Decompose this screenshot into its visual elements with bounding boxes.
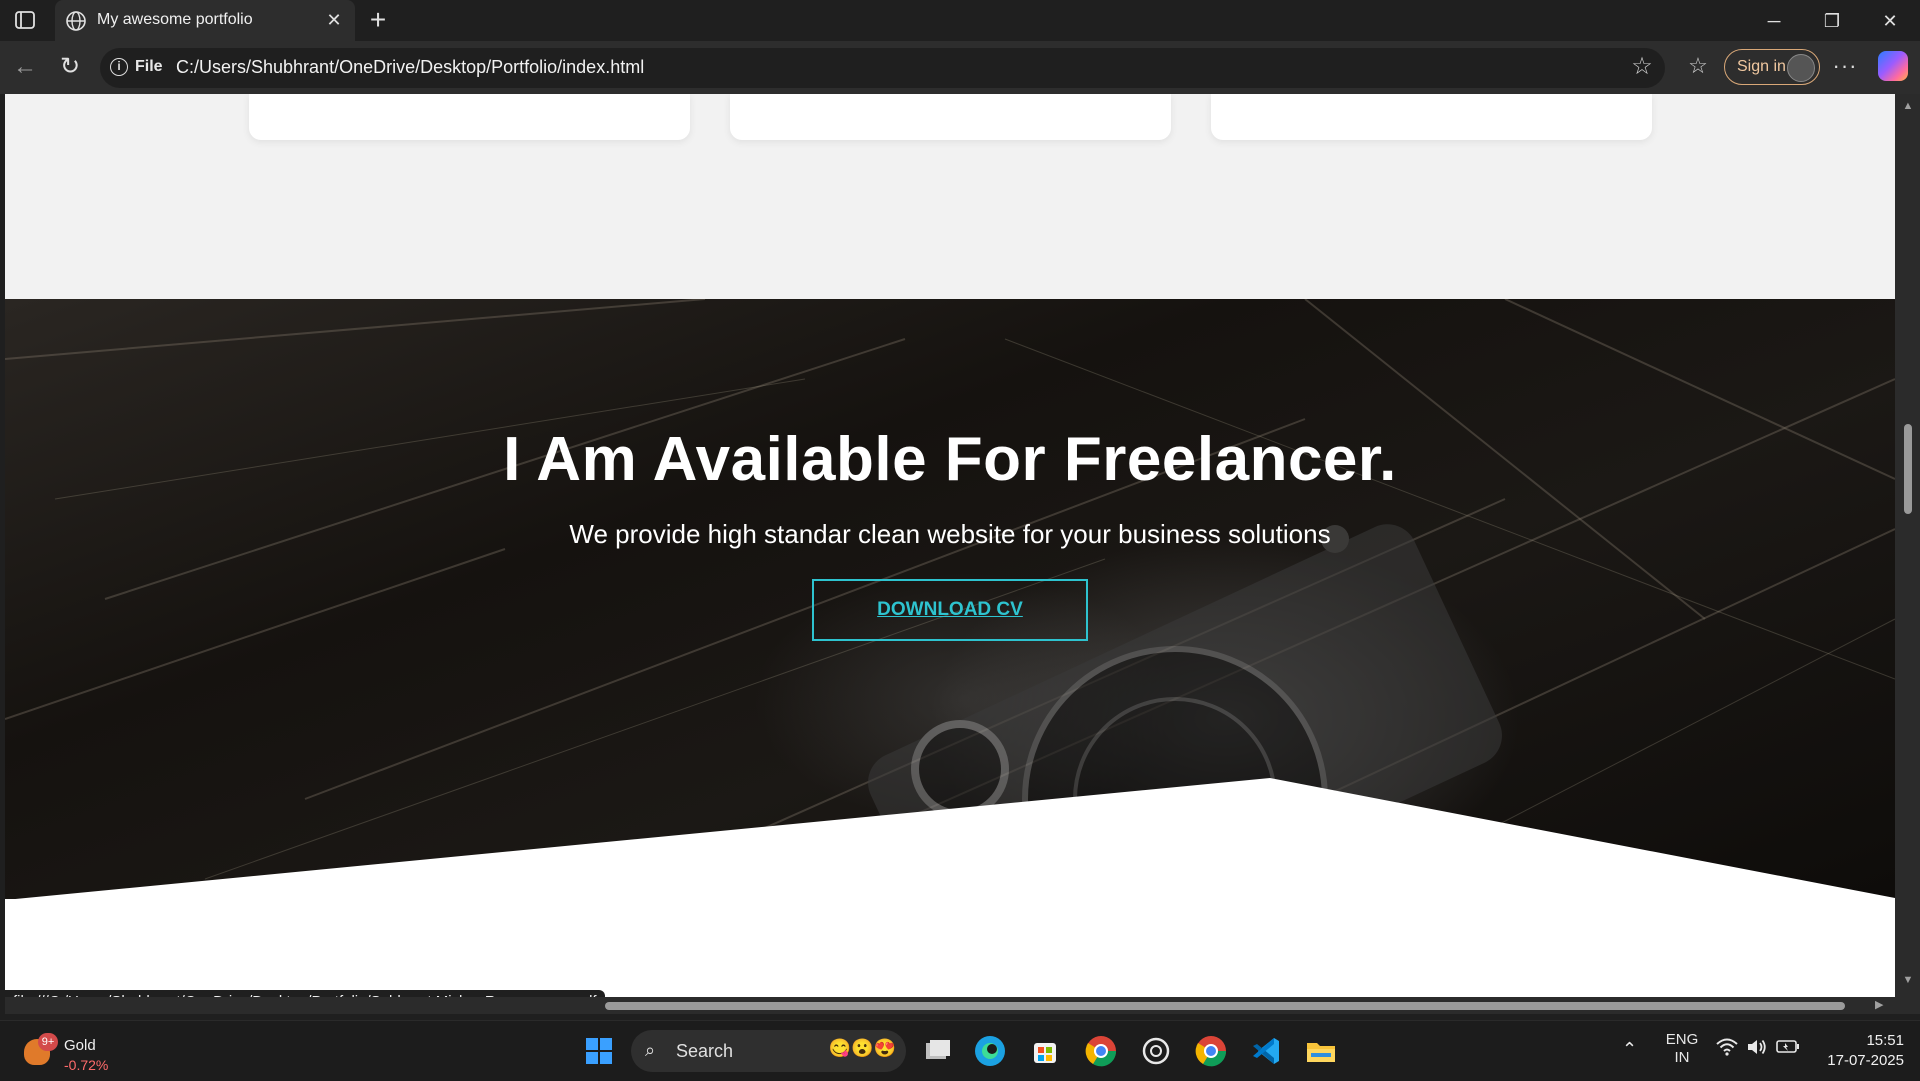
address-url[interactable]: C:/Users/Shubhrant/OneDrive/Desktop/Port… bbox=[176, 57, 644, 78]
sign-in-button[interactable]: Sign in bbox=[1724, 49, 1820, 85]
search-icon: ⌕ bbox=[645, 1040, 656, 1060]
chrome-profile-icon[interactable] bbox=[1193, 1033, 1229, 1069]
address-bar[interactable]: i File C:/Users/Shubhrant/OneDrive/Deskt… bbox=[100, 48, 1665, 88]
emoji-icon: 😋😮😍 bbox=[828, 1038, 896, 1058]
scroll-up-icon[interactable]: ▲ bbox=[1901, 100, 1915, 114]
language-code: ENG bbox=[1665, 1031, 1699, 1048]
close-tab-icon[interactable]: ✕ bbox=[323, 9, 345, 31]
file-explorer-icon[interactable] bbox=[1303, 1033, 1339, 1069]
wifi-icon[interactable] bbox=[1716, 1037, 1738, 1062]
widget-change: -0.72% bbox=[64, 1057, 109, 1073]
language-indicator[interactable]: ENG IN bbox=[1664, 1031, 1700, 1067]
horizontal-scrollbar[interactable]: ▶ bbox=[5, 997, 1895, 1014]
chevron-up-icon[interactable]: ⌃ bbox=[1622, 1039, 1637, 1060]
region-code: IN bbox=[1674, 1049, 1690, 1066]
angled-divider bbox=[5, 778, 1895, 1008]
taskbar-search[interactable]: ⌕ Search 😋😮😍 bbox=[631, 1030, 906, 1072]
volume-icon[interactable] bbox=[1746, 1037, 1768, 1061]
store-icon[interactable] bbox=[1027, 1033, 1063, 1069]
info-icon[interactable]: i bbox=[110, 58, 128, 76]
battery-icon[interactable] bbox=[1776, 1038, 1800, 1058]
address-scheme: File bbox=[135, 58, 163, 75]
horizontal-scroll-thumb[interactable] bbox=[605, 1002, 1845, 1010]
start-icon[interactable] bbox=[581, 1033, 617, 1069]
vscode-icon[interactable] bbox=[1248, 1033, 1284, 1069]
taskbar-clock[interactable]: 15:51 17-07-2025 bbox=[1814, 1031, 1904, 1071]
more-options-icon[interactable]: ··· bbox=[1830, 51, 1860, 81]
restore-icon[interactable]: ❐ bbox=[1812, 6, 1852, 36]
scroll-down-icon[interactable]: ▼ bbox=[1901, 974, 1915, 988]
service-card bbox=[1211, 94, 1652, 140]
vertical-scroll-thumb[interactable] bbox=[1904, 424, 1912, 514]
scroll-right-icon[interactable]: ▶ bbox=[1875, 998, 1889, 1012]
widget-name: Gold bbox=[64, 1037, 96, 1054]
vertical-scrollbar[interactable]: ▲ ▼ bbox=[1895, 94, 1920, 1014]
back-arrow-icon[interactable]: ← bbox=[10, 53, 40, 83]
favorite-star-icon[interactable]: ☆ bbox=[1629, 54, 1655, 80]
task-view-icon[interactable] bbox=[918, 1033, 954, 1069]
avatar bbox=[1787, 54, 1815, 82]
chrome-icon[interactable] bbox=[1083, 1033, 1119, 1069]
edge-icon[interactable] bbox=[972, 1033, 1008, 1069]
globe-icon bbox=[65, 10, 87, 32]
tab-portfolio[interactable]: My awesome portfolio ✕ bbox=[55, 0, 355, 41]
refresh-icon[interactable]: ↻ bbox=[55, 53, 85, 83]
new-tab-button[interactable]: + bbox=[364, 6, 392, 35]
copilot-icon[interactable] bbox=[1878, 51, 1908, 81]
clock-date: 17-07-2025 bbox=[1827, 1052, 1904, 1069]
service-card bbox=[730, 94, 1171, 140]
close-window-icon[interactable]: ✕ bbox=[1870, 6, 1910, 36]
title-bar: My awesome portfolio ✕ + ─ ❐ ✕ bbox=[0, 0, 1920, 41]
chatgpt-icon[interactable] bbox=[1138, 1033, 1174, 1069]
favorites-icon[interactable]: ☆ bbox=[1684, 53, 1712, 81]
services-section bbox=[5, 94, 1895, 299]
clock-time: 15:51 bbox=[1866, 1032, 1904, 1049]
browser-toolbar: ← ↻ i File C:/Users/Shubhrant/OneDrive/D… bbox=[0, 41, 1920, 94]
tab-title: My awesome portfolio bbox=[97, 11, 253, 28]
taskbar: 9+ Gold -0.72% ⌕ Search 😋😮😍 ⌃ ENG IN 15:… bbox=[0, 1020, 1920, 1081]
service-card bbox=[249, 94, 690, 140]
search-label: Search bbox=[676, 1041, 734, 1061]
tab-actions-icon[interactable] bbox=[12, 8, 38, 32]
market-widget[interactable]: 9+ Gold -0.72% bbox=[20, 1031, 130, 1073]
minimize-icon[interactable]: ─ bbox=[1754, 6, 1794, 36]
notification-badge: 9+ bbox=[38, 1033, 58, 1051]
sign-in-label: Sign in bbox=[1737, 58, 1786, 75]
